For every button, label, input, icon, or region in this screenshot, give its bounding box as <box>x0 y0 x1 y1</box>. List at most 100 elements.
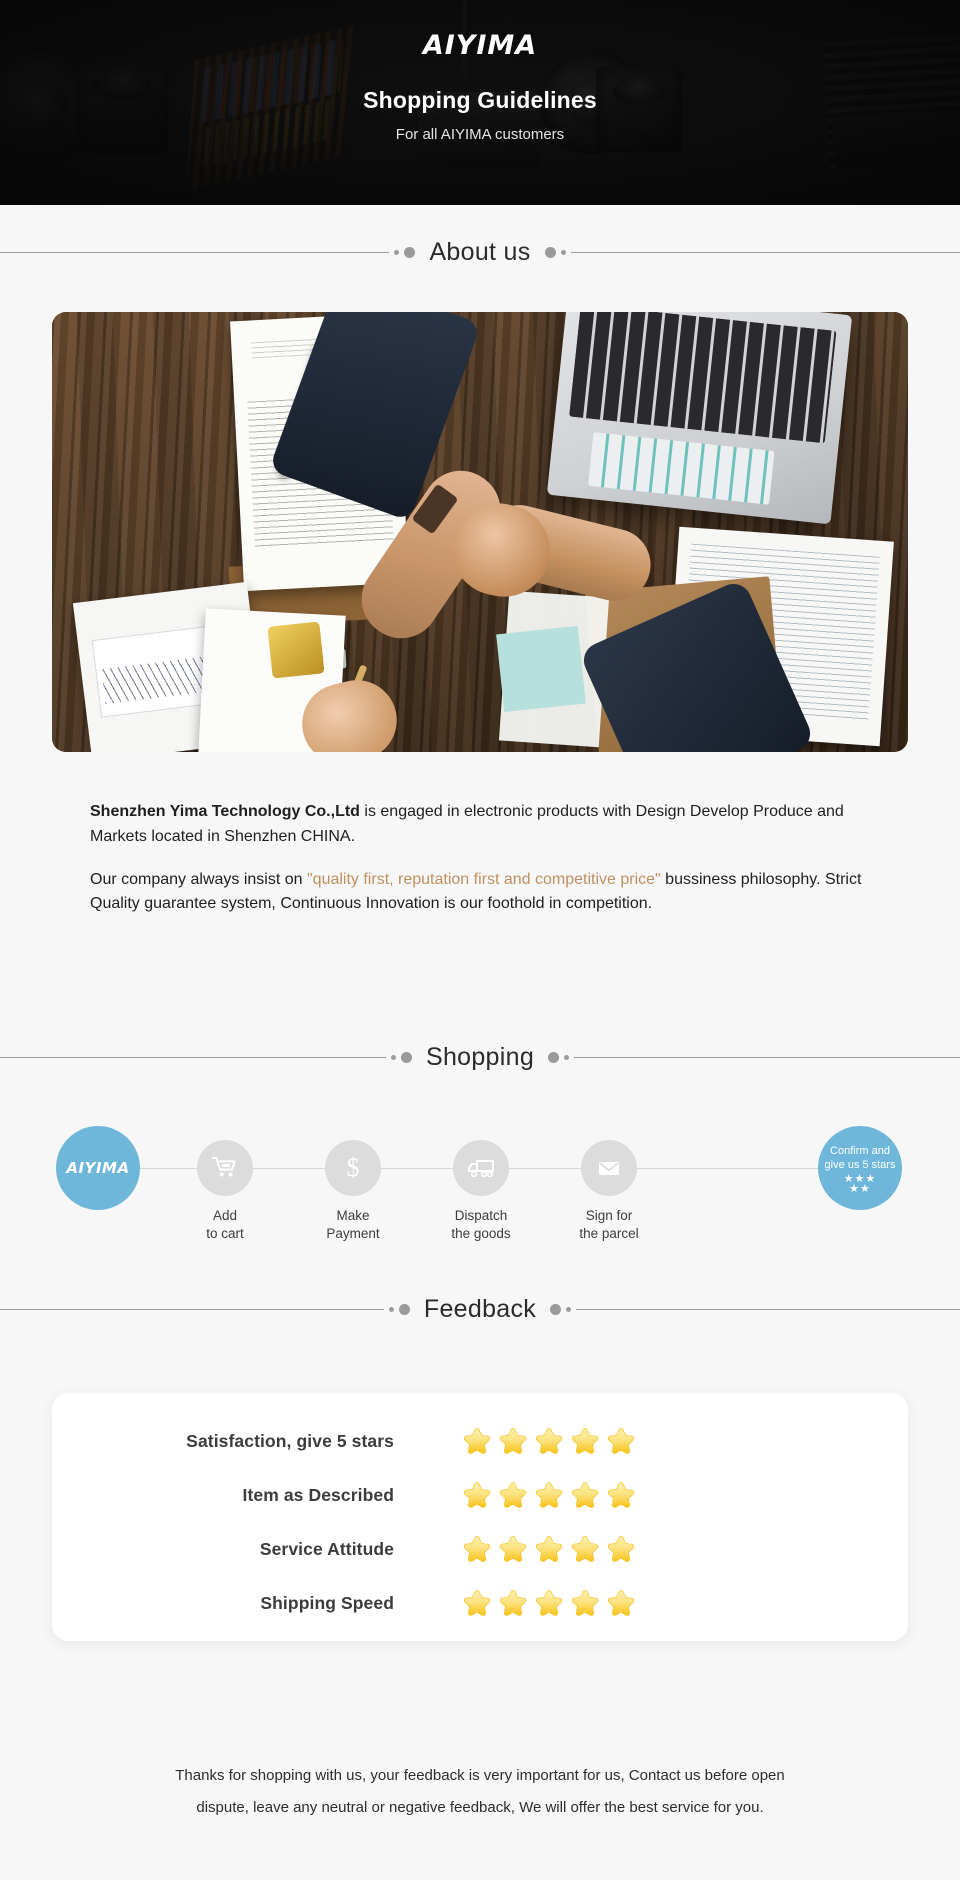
star-icon <box>571 1536 599 1562</box>
header-banner: AIYIMA Shopping Guidelines For all AIYIM… <box>0 0 960 205</box>
footer-line-1: Thanks for shopping with us, your feedba… <box>175 1767 785 1784</box>
step-line-2: the parcel <box>579 1225 639 1241</box>
about-paragraph-1: Shenzhen Yima Technology Co.,Ltd is enga… <box>64 800 902 850</box>
divider-dot-large-right <box>548 1051 560 1063</box>
step-line-1: Sign for <box>585 1208 633 1223</box>
step-label-sign-for-parcel: Sign for the parcel <box>549 1207 669 1243</box>
shopping-process-steps: AIYIMA Add to cart $ Make Payment Dispat… <box>0 1110 960 1245</box>
about-us-photo <box>52 312 908 752</box>
shopping-guidelines-page: AIYIMA Shopping Guidelines For all AIYIM… <box>0 0 960 1880</box>
banner-text-block: AIYIMA Shopping Guidelines For all AIYIM… <box>0 32 960 143</box>
star-icon <box>607 1428 635 1454</box>
feedback-stars <box>462 1426 636 1456</box>
feedback-stars <box>462 1480 636 1510</box>
feedback-row: Item as Described <box>52 1475 908 1515</box>
svg-text:$: $ <box>347 1153 360 1182</box>
step-sign-for-parcel[interactable]: Sign for the parcel <box>549 1110 669 1243</box>
star-icon <box>535 1482 563 1508</box>
cart-icon <box>197 1140 253 1196</box>
star-icon <box>463 1590 491 1616</box>
confirm-line-1: Confirm and <box>830 1144 890 1157</box>
footer-line-2: dispute, leave any neutral or negative f… <box>196 1798 764 1816</box>
step-confirm-five-stars[interactable]: Confirm and give us 5 stars ★★★ ★★ <box>800 1110 920 1210</box>
star-icon <box>499 1536 527 1562</box>
step-line-1: Add <box>212 1208 238 1223</box>
feedback-row: Service Attitude <box>52 1529 908 1569</box>
star-icon <box>499 1590 527 1616</box>
feedback-label: Satisfaction, give 5 stars <box>186 1430 394 1451</box>
feedback-rating-card: Satisfaction, give 5 stars Item as Descr… <box>52 1393 908 1641</box>
star-icon <box>535 1428 563 1454</box>
step-line-1: Make <box>336 1208 370 1223</box>
feedback-row: Shipping Speed <box>52 1583 908 1623</box>
divider-dot-large-right <box>544 246 556 258</box>
star-icon <box>499 1428 527 1454</box>
star-icon <box>463 1428 491 1454</box>
section-header-shopping: Shopping <box>0 1035 960 1079</box>
confirm-line-2: give us 5 stars <box>824 1158 896 1171</box>
divider-dot-large-left <box>400 1051 412 1063</box>
star-icon <box>571 1590 599 1616</box>
step-line-2: Payment <box>326 1225 380 1241</box>
divider-line-left <box>0 251 390 253</box>
sticky-note <box>496 625 586 713</box>
divider-dot-small-left <box>388 1306 394 1312</box>
step-label-make-payment: Make Payment <box>293 1207 413 1243</box>
divider-line-left <box>0 1308 384 1310</box>
star-icon <box>607 1590 635 1616</box>
page-title-feedback: Feedback <box>423 1294 537 1323</box>
page-title-about: About us <box>429 237 531 266</box>
divider-dot-large-left <box>398 1303 410 1315</box>
footer-note: Thanks for shopping with us, your feedba… <box>0 1760 960 1823</box>
feedback-label: Item as Described <box>242 1484 394 1505</box>
star-icon <box>535 1536 563 1562</box>
step-brand-start: AIYIMA <box>38 1110 158 1210</box>
laptop-computer <box>546 312 853 525</box>
step-label-dispatch-goods: Dispatch the goods <box>421 1207 541 1243</box>
page-title-shopping: Shopping <box>425 1042 535 1071</box>
star-icon <box>607 1536 635 1562</box>
step-add-to-cart[interactable]: Add to cart <box>165 1110 285 1243</box>
divider-line-left <box>0 1056 386 1058</box>
star-icon <box>535 1590 563 1616</box>
star-icon <box>463 1482 491 1508</box>
truck-icon <box>453 1140 509 1196</box>
section-header-feedback: Feedback <box>0 1287 960 1331</box>
divider-line-right <box>574 1056 960 1058</box>
step-line-1: Dispatch <box>454 1208 508 1223</box>
feedback-row: Satisfaction, give 5 stars <box>52 1421 908 1461</box>
dollar-icon: $ <box>325 1140 381 1196</box>
divider-dot-small-right <box>566 1306 572 1312</box>
divider-line-right <box>570 251 960 253</box>
confirm-five-stars-badge: Confirm and give us 5 stars ★★★ ★★ <box>818 1126 902 1210</box>
banner-subtitle: For all AIYIMA customers <box>395 126 565 143</box>
aiyima-logo: AIYIMA <box>422 30 538 61</box>
feedback-stars <box>462 1534 636 1564</box>
step-line-2: the goods <box>451 1225 511 1241</box>
star-icon <box>607 1482 635 1508</box>
feedback-label: Service Attitude <box>259 1538 394 1559</box>
laptop-keyboard <box>569 312 837 444</box>
step-line-2: to cart <box>206 1225 244 1241</box>
about-us-text: Shenzhen Yima Technology Co.,Ltd is enga… <box>64 800 902 935</box>
section-header-about: About us <box>0 230 960 274</box>
feedback-label: Shipping Speed <box>260 1592 394 1613</box>
star-icon <box>463 1536 491 1562</box>
envelope-icon <box>581 1140 637 1196</box>
about-paragraph-2: Our company always insist on "quality fi… <box>64 868 902 918</box>
step-dispatch-goods[interactable]: Dispatch the goods <box>421 1110 541 1243</box>
confirm-stars-row-2: ★★ <box>849 1183 871 1196</box>
divider-dot-small-left <box>394 249 400 255</box>
aiyima-badge: AIYIMA <box>56 1126 140 1210</box>
divider-dot-large-left <box>404 246 416 258</box>
company-motto: "quality first, reputation first and com… <box>306 870 661 888</box>
company-name: Shenzhen Yima Technology Co.,Ltd <box>90 803 360 820</box>
star-icon <box>499 1482 527 1508</box>
divider-dot-small-left <box>390 1054 396 1060</box>
confirm-stars: ★★★ ★★ <box>844 1174 877 1196</box>
divider-dot-small-right <box>564 1054 570 1060</box>
star-icon <box>571 1482 599 1508</box>
banner-title: Shopping Guidelines <box>363 87 597 113</box>
step-make-payment[interactable]: $ Make Payment <box>293 1110 413 1243</box>
about-paragraph-2-lead: Our company always insist on <box>90 870 307 888</box>
